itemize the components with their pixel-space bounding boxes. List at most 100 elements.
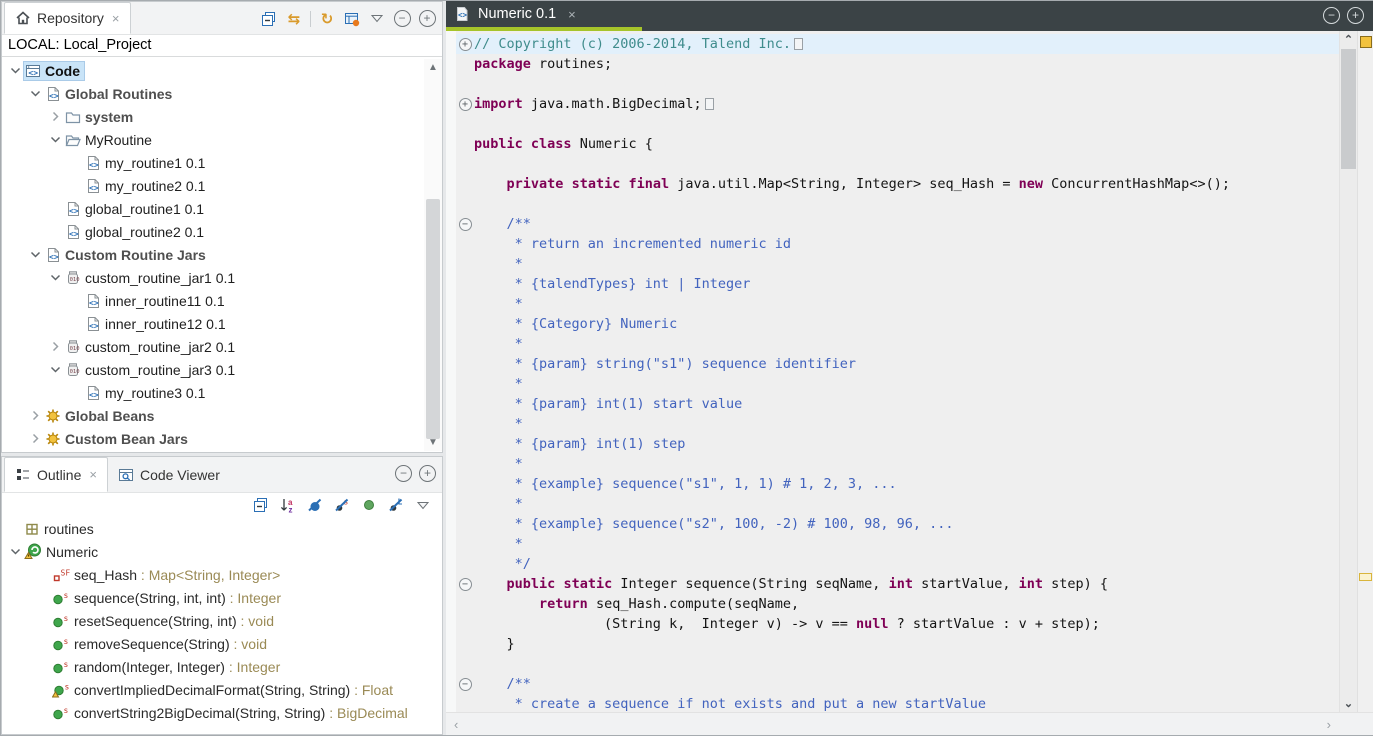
code-line[interactable]: *: [456, 494, 1339, 514]
tree-item[interactable]: system: [2, 105, 442, 128]
code-line[interactable]: +import java.math.BigDecimal;: [456, 94, 1339, 114]
code-line[interactable]: *: [456, 414, 1339, 434]
chevron-expanded-icon[interactable]: [7, 546, 24, 557]
code-line[interactable]: (String k, Integer v) -> v == null ? sta…: [456, 614, 1339, 634]
tree-item[interactable]: 010custom_routine_jar1 0.1: [2, 266, 442, 289]
code-line[interactable]: *: [456, 374, 1339, 394]
fold-toggle-plus-icon[interactable]: +: [456, 38, 474, 51]
tree-item[interactable]: <>my_routine1 0.1: [2, 151, 442, 174]
chevron-collapsed-icon[interactable]: [27, 410, 44, 421]
tab-repository[interactable]: Repository ×: [4, 2, 131, 34]
minimize-icon[interactable]: −: [395, 465, 412, 482]
code-line[interactable]: − /**: [456, 674, 1339, 694]
tree-item[interactable]: Custom Bean Jars: [2, 427, 442, 450]
detailed-view-button[interactable]: [343, 10, 361, 28]
tree-item-content[interactable]: <>Custom Routine Jars: [44, 246, 210, 264]
code-line[interactable]: * {Category} Numeric: [456, 314, 1339, 334]
maximize-icon[interactable]: +: [1347, 7, 1364, 24]
tree-item-content[interactable]: MyRoutine: [64, 131, 156, 149]
tree-item[interactable]: <>my_routine3 0.1: [2, 381, 442, 404]
maximize-button[interactable]: +: [418, 10, 436, 28]
code-line[interactable]: package routines;: [456, 54, 1339, 74]
collapsed-region-icon[interactable]: [705, 98, 714, 110]
tree-item[interactable]: <>my_routine2 0.1: [2, 174, 442, 197]
code-line[interactable]: *: [456, 534, 1339, 554]
close-icon[interactable]: ×: [112, 11, 120, 26]
hide-local-types-button[interactable]: L: [387, 496, 405, 514]
scroll-down-icon[interactable]: ▼: [424, 437, 442, 448]
code-line[interactable]: */: [456, 554, 1339, 574]
tree-item-content[interactable]: 010custom_routine_jar1 0.1: [64, 269, 239, 287]
code-line[interactable]: − public static Integer sequence(String …: [456, 574, 1339, 594]
tab-code-viewer[interactable]: Code Viewer: [108, 457, 230, 492]
chevron-expanded-icon[interactable]: [47, 272, 64, 283]
chevron-expanded-icon[interactable]: [27, 88, 44, 99]
tree-item[interactable]: <>global_routine2 0.1: [2, 220, 442, 243]
code-line[interactable]: * {param} string("s1") sequence identifi…: [456, 354, 1339, 374]
refresh-button[interactable]: ↻: [318, 10, 336, 28]
tree-item-content[interactable]: Custom Bean Jars: [44, 430, 192, 448]
fold-toggle-minus-icon[interactable]: −: [456, 678, 474, 691]
tree-item-content[interactable]: <>Global Routines: [44, 85, 176, 103]
hide-non-public-button[interactable]: [360, 496, 378, 514]
scroll-up-icon[interactable]: ▲: [424, 62, 442, 73]
tree-item-content[interactable]: <>inner_routine11 0.1: [84, 292, 229, 310]
fold-toggle-minus-icon[interactable]: −: [456, 578, 474, 591]
code-line[interactable]: +// Copyright (c) 2006-2014, Talend Inc.: [456, 34, 1339, 54]
close-icon[interactable]: ×: [568, 7, 576, 22]
code-line[interactable]: [456, 654, 1339, 674]
minimize-button[interactable]: −: [393, 10, 411, 28]
tree-item-content[interactable]: <>my_routine3 0.1: [84, 384, 209, 402]
tree-item[interactable]: <>inner_routine11 0.1: [2, 289, 442, 312]
code-line[interactable]: * {talendTypes} int | Integer: [456, 274, 1339, 294]
tree-item-content[interactable]: 010custom_routine_jar2 0.1: [64, 338, 239, 356]
code-text-area[interactable]: +// Copyright (c) 2006-2014, Talend Inc.…: [456, 31, 1339, 712]
outline-item[interactable]: ssequence(String, int, int) : Integer: [2, 586, 442, 609]
chevron-expanded-icon[interactable]: [27, 249, 44, 260]
tree-item-content[interactable]: <>global_routine1 0.1: [64, 200, 208, 218]
tree-item[interactable]: <>Code: [2, 59, 442, 82]
code-line[interactable]: [456, 194, 1339, 214]
code-line[interactable]: * {param} int(1) start value: [456, 394, 1339, 414]
tree-item-content[interactable]: <>inner_routine12 0.1: [84, 315, 230, 333]
collapse-all-button[interactable]: [260, 10, 278, 28]
hide-static-button[interactable]: s: [333, 496, 351, 514]
tree-item-content[interactable]: Global Beans: [44, 407, 158, 425]
collapse-all-button[interactable]: [252, 496, 270, 514]
chevron-expanded-icon[interactable]: [47, 364, 64, 375]
tree-item-content[interactable]: <>Code: [24, 62, 84, 80]
outline-item[interactable]: SFseq_Hash : Map<String, Integer>: [2, 563, 442, 586]
code-line[interactable]: }: [456, 634, 1339, 654]
chevron-collapsed-icon[interactable]: [27, 433, 44, 444]
fold-toggle-minus-icon[interactable]: −: [456, 218, 474, 231]
tree-item[interactable]: 010custom_routine_jar3 0.1: [2, 358, 442, 381]
tree-item-content[interactable]: 010custom_routine_jar3 0.1: [64, 361, 239, 379]
code-line[interactable]: *: [456, 294, 1339, 314]
code-line[interactable]: [456, 154, 1339, 174]
tree-item[interactable]: <>inner_routine12 0.1: [2, 312, 442, 335]
tree-item[interactable]: <>Custom Routine Jars: [2, 243, 442, 266]
code-line[interactable]: *: [456, 454, 1339, 474]
close-icon[interactable]: ×: [89, 467, 97, 482]
code-line[interactable]: *: [456, 254, 1339, 274]
code-line[interactable]: * {example} sequence("s1", 1, 1) # 1, 2,…: [456, 474, 1339, 494]
outline-item[interactable]: sresetSequence(String, int) : void: [2, 609, 442, 632]
code-line[interactable]: * return an incremented numeric id: [456, 234, 1339, 254]
tree-item[interactable]: MyRoutine: [2, 128, 442, 151]
tree-item[interactable]: <>Global Routines: [2, 82, 442, 105]
switch-project-button[interactable]: ⇆: [285, 10, 303, 28]
code-line[interactable]: * create a sequence if not exists and pu…: [456, 694, 1339, 712]
view-menu-button[interactable]: [414, 496, 432, 514]
outline-item[interactable]: srandom(Integer, Integer) : Integer: [2, 655, 442, 678]
chevron-collapsed-icon[interactable]: [47, 111, 64, 122]
overview-marker-icon[interactable]: [1360, 36, 1372, 48]
sort-alpha-button[interactable]: az: [279, 496, 297, 514]
scrollbar-thumb[interactable]: [426, 199, 440, 439]
outline-item[interactable]: Numeric: [2, 540, 442, 563]
outline-item[interactable]: sremoveSequence(String) : void: [2, 632, 442, 655]
chevron-expanded-icon[interactable]: [7, 65, 24, 76]
chevron-collapsed-icon[interactable]: [47, 341, 64, 352]
tree-item[interactable]: <>global_routine1 0.1: [2, 197, 442, 220]
tree-item-content[interactable]: <>my_routine1 0.1: [84, 154, 209, 172]
chevron-expanded-icon[interactable]: [47, 134, 64, 145]
